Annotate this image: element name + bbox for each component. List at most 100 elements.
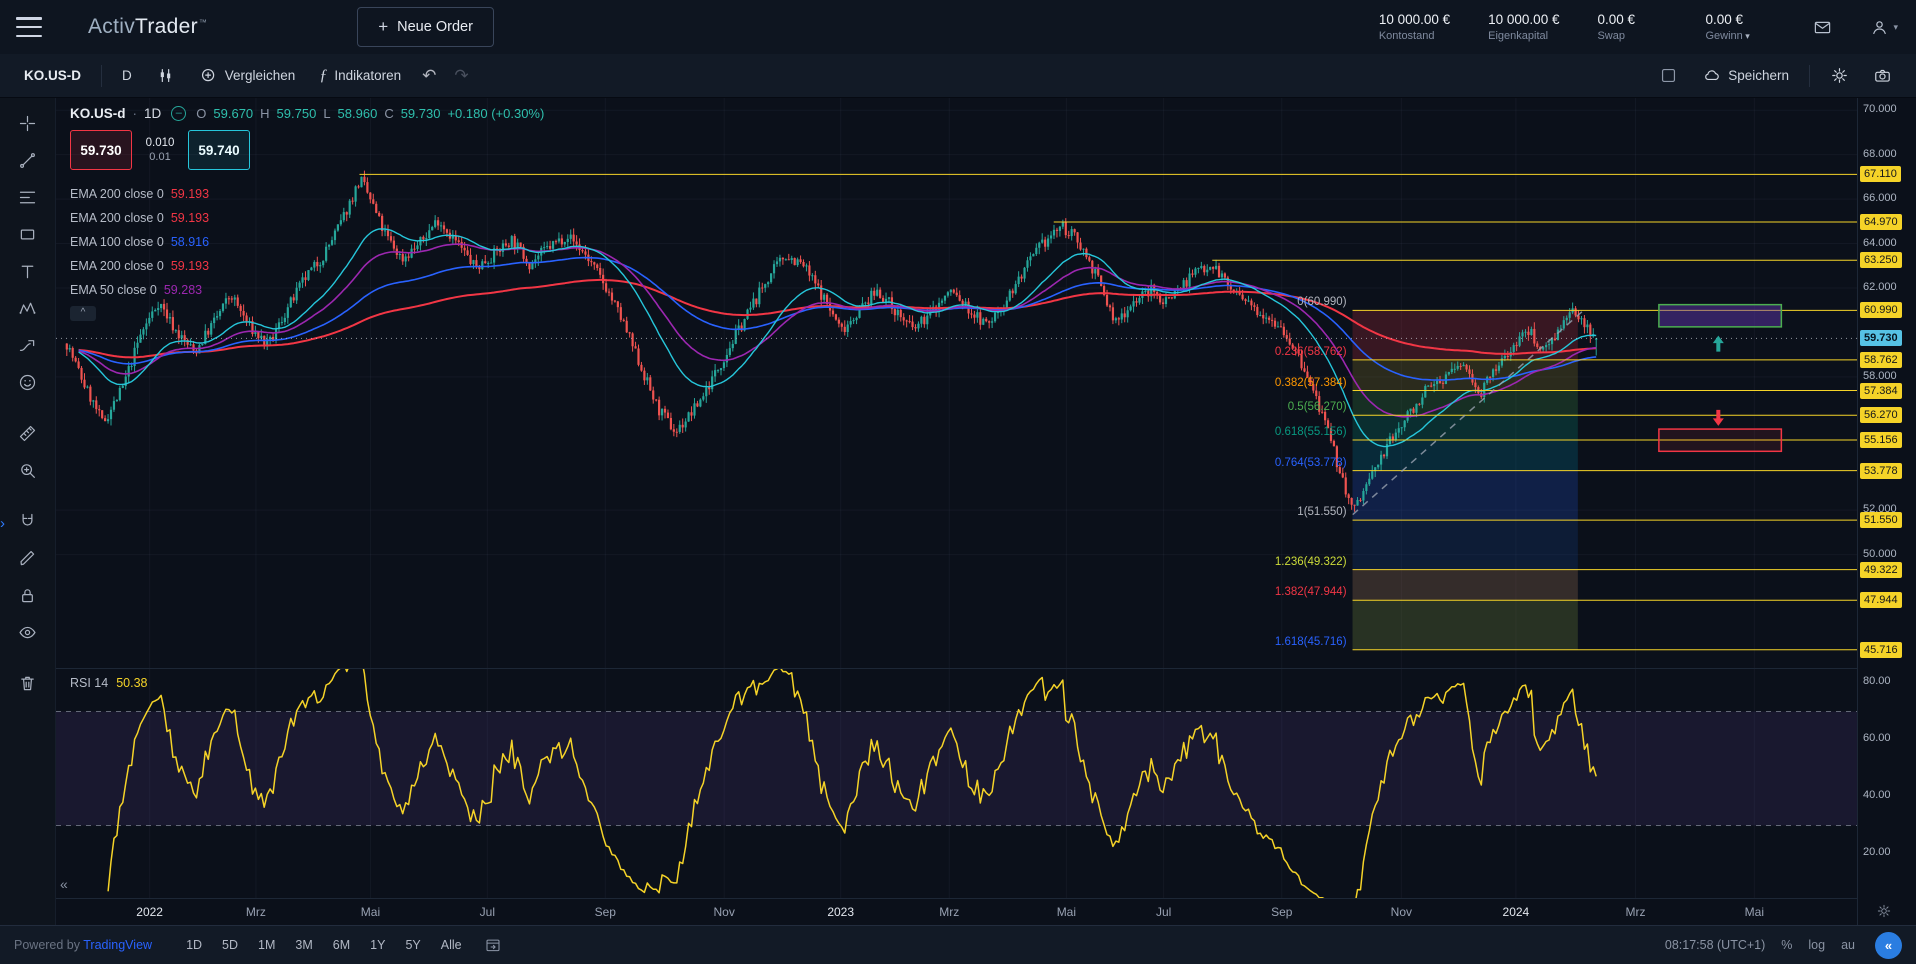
tool-emoji-icon[interactable] bbox=[10, 365, 46, 399]
log-scale-button[interactable]: log bbox=[1808, 938, 1825, 952]
chevron-down-icon: ▾ bbox=[1893, 22, 1898, 33]
time-label: Mrz bbox=[232, 905, 280, 919]
account-stat-gewinn[interactable]: 0.00 €Gewinn ▾ bbox=[1705, 12, 1775, 42]
tool-xabcd-pattern-icon[interactable] bbox=[10, 291, 46, 325]
indicator-row[interactable]: EMA 200 close 059.193 bbox=[70, 182, 544, 206]
time-axis[interactable]: 2022MrzMaiJulSepNov2023MrzMaiJulSepNov20… bbox=[56, 898, 1857, 925]
tool-magnet-icon[interactable] bbox=[10, 504, 46, 538]
interval-button[interactable]: D bbox=[112, 59, 142, 93]
high-value: 59.750 bbox=[277, 106, 317, 121]
rsi-value: 50.38 bbox=[116, 676, 147, 690]
percent-scale-button[interactable]: % bbox=[1781, 938, 1792, 952]
rsi-tick: 40.00 bbox=[1863, 789, 1891, 801]
time-label: 2022 bbox=[126, 905, 174, 919]
indicator-row[interactable]: EMA 100 close 058.916 bbox=[70, 230, 544, 254]
layout-select-icon[interactable] bbox=[1659, 66, 1678, 85]
time-label: Mrz bbox=[1611, 905, 1659, 919]
time-label: Mrz bbox=[925, 905, 973, 919]
legend-interval[interactable]: 1D bbox=[144, 106, 161, 121]
rsi-tick: 60.00 bbox=[1863, 732, 1891, 744]
range-3m[interactable]: 3M bbox=[287, 933, 320, 957]
user-menu[interactable]: ▾ bbox=[1870, 18, 1898, 37]
tool-fib-retracement-icon[interactable] bbox=[10, 180, 46, 214]
range-5d[interactable]: 5D bbox=[214, 933, 246, 957]
chat-bubble-icon[interactable]: « bbox=[1875, 932, 1902, 959]
buy-button[interactable]: 59.740 bbox=[188, 130, 250, 170]
level-price-label: 47.944 bbox=[1860, 592, 1902, 608]
undo-button[interactable]: ↶ bbox=[415, 59, 443, 93]
range-alle[interactable]: Alle bbox=[433, 933, 470, 957]
indicator-label: EMA 200 close 0 bbox=[70, 259, 164, 273]
mail-icon[interactable] bbox=[1813, 18, 1832, 37]
level-price-label: 57.384 bbox=[1860, 383, 1902, 399]
new-order-button[interactable]: + Neue Order bbox=[357, 7, 494, 47]
top-bar: ActivTrader™ + Neue Order 10 000.00 € Kon… bbox=[0, 0, 1916, 54]
rsi-pane[interactable] bbox=[56, 668, 1857, 898]
series-collapse-icon[interactable]: – bbox=[171, 106, 186, 121]
tool-text-icon[interactable] bbox=[10, 254, 46, 288]
bottom-bar: Powered by TradingView 1D5D1M3M6M1Y5YAll… bbox=[0, 925, 1916, 964]
price-axis[interactable]: 70.00068.00066.00064.00062.00058.00052.0… bbox=[1857, 98, 1916, 925]
range-6m[interactable]: 6M bbox=[325, 933, 358, 957]
compare-button[interactable]: Vergleichen bbox=[189, 59, 306, 93]
menu-icon[interactable] bbox=[16, 17, 42, 37]
rsi-label[interactable]: RSI 14 bbox=[70, 676, 108, 690]
logo-part1: Activ bbox=[88, 15, 135, 38]
separator bbox=[1809, 65, 1810, 87]
fib-level-label: 0.236(58.762) bbox=[1187, 346, 1347, 358]
fib-level-label: 0.618(55.156) bbox=[1187, 426, 1347, 438]
sell-button[interactable]: 59.730 bbox=[70, 130, 132, 170]
panel-open-chevron-icon[interactable]: › bbox=[0, 515, 5, 532]
legend-symbol[interactable]: KO.US-d bbox=[70, 106, 126, 121]
gear-icon bbox=[1830, 66, 1849, 85]
range-1d[interactable]: 1D bbox=[178, 933, 210, 957]
candlestick-icon bbox=[156, 66, 175, 85]
tool-ruler-icon[interactable] bbox=[10, 416, 46, 450]
indicators-button[interactable]: ƒ Indikatoren bbox=[309, 59, 411, 93]
chevron-down-icon: ▾ bbox=[1743, 31, 1750, 41]
save-button[interactable]: Speichern bbox=[1692, 59, 1799, 93]
app-logo: ActivTrader™ bbox=[88, 15, 207, 39]
tradingview-link[interactable]: TradingView bbox=[83, 938, 152, 952]
change-value: +0.180 (+0.30%) bbox=[447, 106, 544, 121]
indicator-row[interactable]: EMA 200 close 059.193 bbox=[70, 206, 544, 230]
indicator-row[interactable]: EMA 200 close 059.193 bbox=[70, 254, 544, 278]
legend-collapse-button[interactable]: ^ bbox=[70, 306, 96, 321]
tool-lock-icon[interactable] bbox=[10, 578, 46, 612]
time-label: 2023 bbox=[817, 905, 865, 919]
redo-button[interactable]: ↷ bbox=[447, 59, 475, 93]
low-label: L bbox=[323, 106, 330, 121]
logo-part2: Trader bbox=[135, 15, 198, 38]
stat-label: Kontostand bbox=[1379, 30, 1450, 42]
chart-settings-button[interactable] bbox=[1820, 59, 1859, 93]
tool-eye-icon[interactable] bbox=[10, 615, 46, 649]
tool-forecast-icon[interactable] bbox=[10, 328, 46, 362]
symbol-button[interactable]: KO.US-D bbox=[14, 59, 91, 93]
range-1m[interactable]: 1M bbox=[250, 933, 283, 957]
price-tick: 58.000 bbox=[1863, 370, 1897, 382]
chart-type-button[interactable] bbox=[146, 59, 185, 93]
range-1y[interactable]: 1Y bbox=[362, 933, 393, 957]
tool-trend-line-icon[interactable] bbox=[10, 143, 46, 177]
tool-zoom-icon[interactable] bbox=[10, 453, 46, 487]
range-5y[interactable]: 5Y bbox=[397, 933, 428, 957]
tool-crosshair-icon[interactable] bbox=[10, 106, 46, 140]
tool-edit-icon[interactable] bbox=[10, 541, 46, 575]
indicator-row[interactable]: EMA 50 close 059.283 bbox=[70, 278, 544, 302]
fib-level-label: 0.5(56.270) bbox=[1187, 401, 1347, 413]
stat-label: Gewinn ▾ bbox=[1705, 30, 1775, 42]
tool-shapes-icon[interactable] bbox=[10, 217, 46, 251]
screenshot-button[interactable] bbox=[1863, 59, 1902, 93]
price-tick: 70.000 bbox=[1863, 103, 1897, 115]
toolbar-collapse-icon[interactable]: « bbox=[60, 876, 68, 892]
stat-value: 10 000.00 € bbox=[1488, 12, 1559, 27]
auto-scale-button[interactable]: au bbox=[1841, 938, 1855, 952]
chart-area[interactable]: KO.US-d · 1D – O59.670 H59.750 L58.960 C… bbox=[56, 98, 1916, 925]
level-price-label: 63.250 bbox=[1860, 252, 1902, 268]
tool-trash-icon[interactable] bbox=[10, 666, 46, 700]
axis-settings-gear-icon[interactable] bbox=[1876, 903, 1892, 919]
indicator-label: EMA 100 close 0 bbox=[70, 235, 164, 249]
plus-icon: + bbox=[378, 17, 388, 37]
goto-date-icon[interactable] bbox=[484, 936, 502, 954]
user-avatar-icon bbox=[1870, 18, 1889, 37]
